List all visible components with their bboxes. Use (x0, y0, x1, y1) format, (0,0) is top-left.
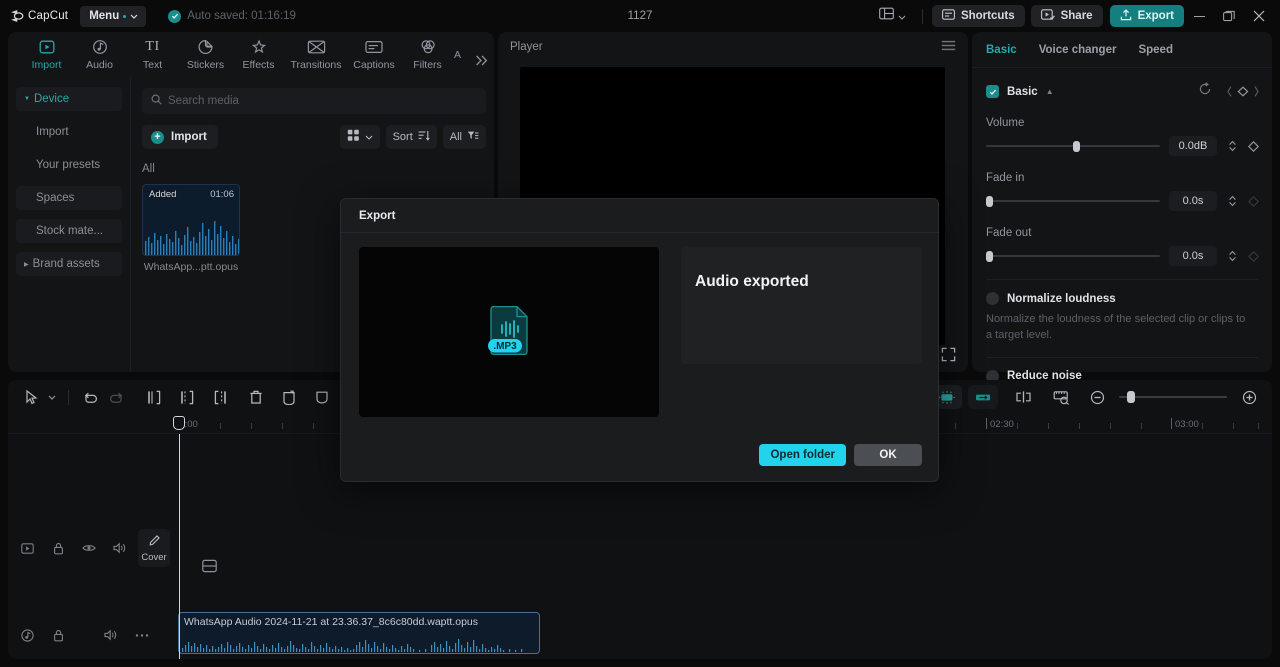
mp3-file-icon: .MP3 (487, 305, 531, 358)
capcut-window: CapCut Menu Auto saved: 01:16:19 Shortcu… (0, 0, 1280, 667)
dialog-title: Export (341, 199, 938, 233)
export-button[interactable]: Export (1109, 5, 1184, 27)
close-button[interactable] (1244, 1, 1274, 31)
ok-button[interactable]: OK (854, 444, 922, 466)
export-heading: Audio exported (695, 273, 809, 290)
export-label: Export (1137, 10, 1174, 22)
layout-icon (879, 7, 894, 25)
open-folder-button[interactable]: Open folder (759, 444, 846, 466)
export-dialog: Export .MP3 Audio exported Open folder O… (340, 198, 939, 482)
export-upload-icon (1120, 8, 1132, 24)
export-preview: .MP3 (359, 247, 659, 417)
dialog-actions: Open folder OK (759, 444, 922, 466)
share-label: Share (1060, 10, 1093, 22)
share-button[interactable]: Share (1030, 5, 1103, 27)
shortcuts-button[interactable]: Shortcuts (931, 5, 1025, 27)
shortcuts-label: Shortcuts (960, 10, 1015, 22)
divider (921, 8, 923, 24)
titlebar-actions: Shortcuts Share Export (872, 1, 1280, 31)
chevron-down-icon (898, 7, 906, 25)
export-info: Audio exported (681, 247, 922, 364)
dialog-body: .MP3 Audio exported (341, 233, 938, 417)
shortcuts-icon (941, 9, 955, 23)
share-icon (1040, 9, 1055, 23)
minimize-button[interactable] (1184, 1, 1214, 31)
maximize-button[interactable] (1214, 1, 1244, 31)
modal-overlay: Export .MP3 Audio exported Open folder O… (0, 0, 1280, 667)
layout-button[interactable] (872, 3, 913, 29)
mp3-badge-text: .MP3 (493, 341, 517, 352)
